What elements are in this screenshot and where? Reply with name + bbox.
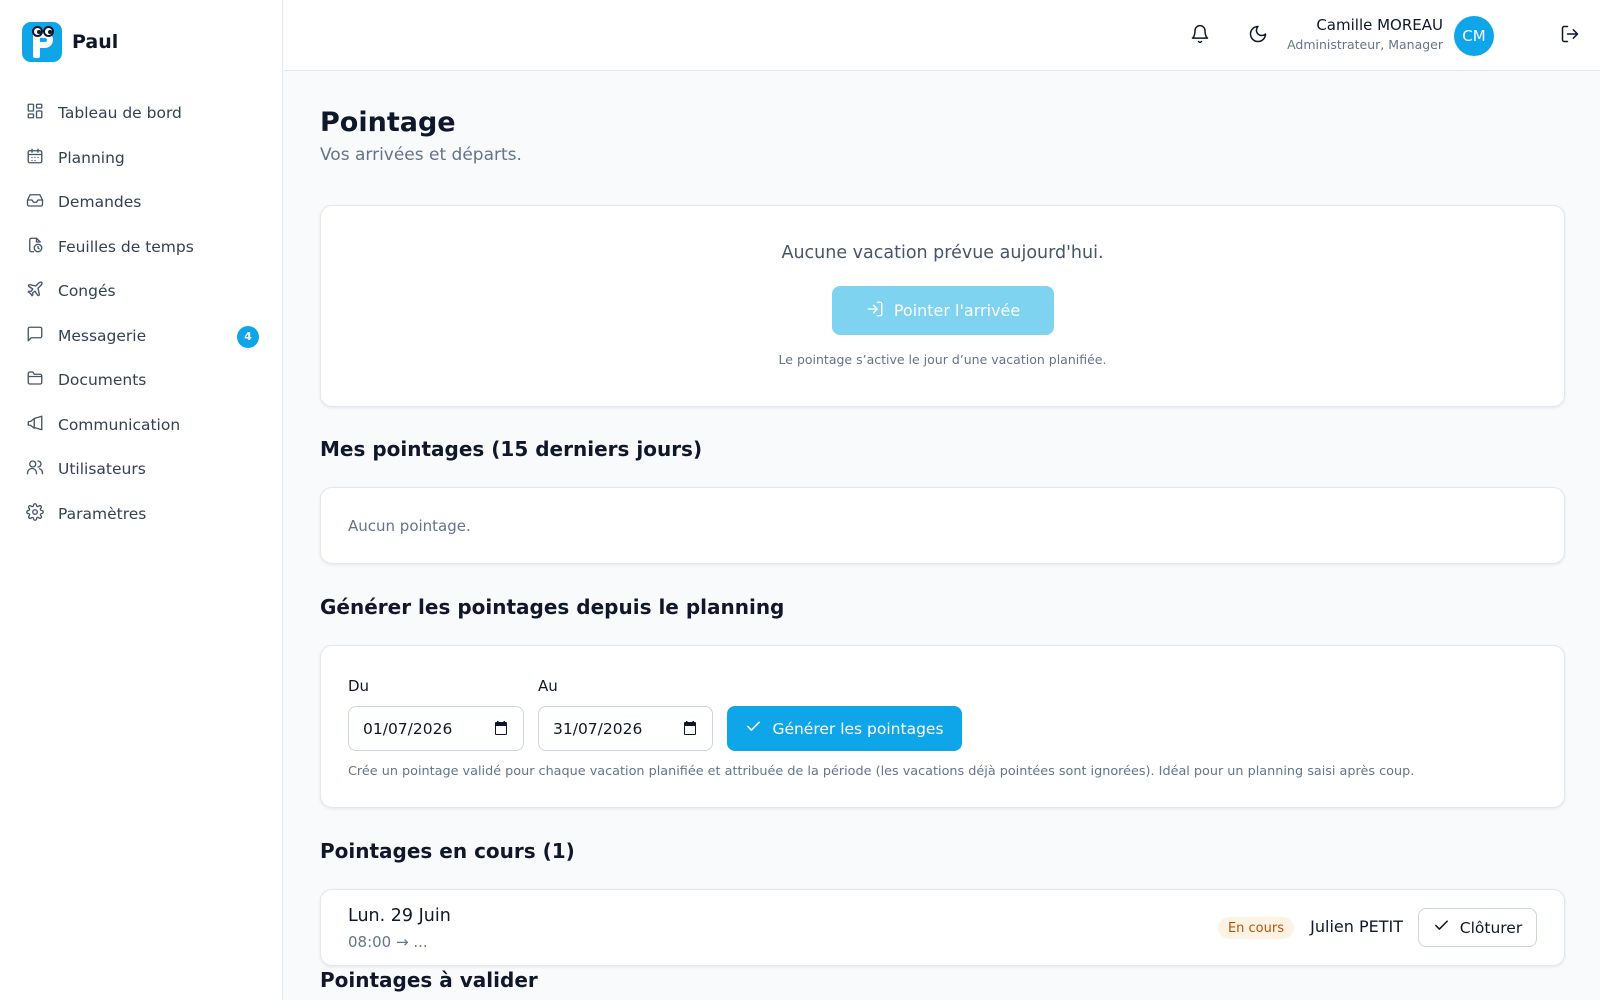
current-date: Lun. 29 Juin <box>348 906 451 926</box>
user-role: Administrateur, Manager <box>1287 37 1443 52</box>
sidebar-item-label: Tableau de bord <box>58 104 182 123</box>
message-icon <box>26 325 44 347</box>
sidebar-item-documents[interactable]: Documents <box>16 358 266 403</box>
mine-title: Mes pointages (15 derniers jours) <box>320 437 703 461</box>
page-subtitle: Vos arrivées et départs. <box>320 145 522 165</box>
timesheet-icon <box>26 236 44 258</box>
calendar-icon[interactable] <box>493 720 509 736</box>
status-badge: En cours <box>1217 917 1294 939</box>
generate-card: Du 01/07/2026 Au 31/07/2026 Générer les … <box>320 645 1565 808</box>
folder-icon <box>26 369 44 391</box>
sidebar-item-feuilles-de-temps[interactable]: Feuilles de temps <box>16 225 266 270</box>
sidebar-item-label: Planning <box>58 148 125 167</box>
from-date-input[interactable]: 01/07/2026 <box>348 706 524 751</box>
calendar-icon <box>26 147 44 169</box>
app-name: Paul <box>72 31 119 53</box>
mine-empty-message: Aucun pointage. <box>348 517 471 535</box>
dashboard-icon <box>26 102 44 124</box>
sidebar-item-label: Feuilles de temps <box>58 237 194 256</box>
sidebar-item-planning[interactable]: Planning <box>16 136 266 181</box>
from-date-value: 01/07/2026 <box>363 719 453 738</box>
sidebar-item-dashboard[interactable]: Tableau de bord <box>16 91 266 136</box>
sidebar-item-label: Utilisateurs <box>58 460 146 479</box>
to-date-input[interactable]: 31/07/2026 <box>538 706 713 751</box>
user-info: Camille MOREAU Administrateur, Manager <box>1287 16 1443 52</box>
sidebar-item-demandes[interactable]: Demandes <box>16 180 266 225</box>
generate-hint: Crée un pointage validé pour chaque vaca… <box>348 764 1415 779</box>
login-arrow-icon <box>866 300 894 322</box>
unread-count-badge: 4 <box>237 325 259 348</box>
gear-icon <box>26 502 44 525</box>
close-shift-label: Clôturer <box>1459 918 1523 937</box>
today-card: Aucune vacation prévue aujourd'hui. Poin… <box>320 205 1565 407</box>
check-icon <box>745 718 772 739</box>
sidebar-item-label: Demandes <box>58 193 142 212</box>
today-hint: Le pointage s’active le jour d’une vacat… <box>778 352 1107 367</box>
sidebar-item-utilisateurs[interactable]: Utilisateurs <box>16 447 266 492</box>
to-label: Au <box>538 677 558 695</box>
clock-in-label: Pointer l'arrivée <box>893 301 1021 320</box>
sidebar-item-conges[interactable]: Congés <box>16 269 266 314</box>
current-title: Pointages en cours (1) <box>320 839 575 863</box>
bell-icon[interactable] <box>1190 24 1212 46</box>
employee-name: Julien PETIT <box>1310 917 1403 936</box>
today-message: Aucune vacation prévue aujourd'hui. <box>781 243 1104 263</box>
from-label: Du <box>348 677 370 695</box>
current-row: Lun. 29 Juin 08:00 → ... En cours Julien… <box>320 889 1565 966</box>
check-icon <box>1433 917 1460 938</box>
avatar[interactable]: CM <box>1454 16 1494 56</box>
logout-icon[interactable] <box>1560 24 1582 46</box>
brand[interactable]: Paul <box>22 22 118 62</box>
generate-button[interactable]: Générer les pointages <box>727 706 962 751</box>
sidebar-item-label: Communication <box>58 415 181 434</box>
sidebar-item-communication[interactable]: Communication <box>16 403 266 448</box>
sidebar-item-label: Congés <box>58 282 116 301</box>
sidebar-nav: Tableau de bord Planning Demandes Feuill… <box>16 91 266 536</box>
pending-title: Pointages à valider <box>320 968 538 992</box>
users-icon <box>26 458 44 480</box>
plane-icon <box>26 280 44 302</box>
app-logo <box>22 22 62 62</box>
sidebar-item-label: Documents <box>58 371 147 390</box>
moon-icon[interactable] <box>1248 24 1270 46</box>
close-shift-button[interactable]: Clôturer <box>1418 908 1537 947</box>
page-title: Pointage <box>320 107 456 138</box>
generate-button-label: Générer les pointages <box>772 719 944 738</box>
current-time: 08:00 → ... <box>348 933 428 951</box>
calendar-icon[interactable] <box>682 720 698 736</box>
sidebar-item-label: Paramètres <box>58 504 147 523</box>
clock-in-button[interactable]: Pointer l'arrivée <box>832 286 1054 335</box>
sidebar-item-label: Messagerie <box>58 326 147 345</box>
sidebar: Paul Tableau de bord Planning Demandes F… <box>0 0 283 1000</box>
sidebar-item-messagerie[interactable]: Messagerie 4 <box>16 314 266 359</box>
inbox-icon <box>26 191 44 213</box>
to-date-value: 31/07/2026 <box>553 719 643 738</box>
sidebar-item-parametres[interactable]: Paramètres <box>16 492 266 537</box>
generate-title: Générer les pointages depuis le planning <box>320 595 785 619</box>
top-header: Camille MOREAU Administrateur, Manager C… <box>284 0 1600 71</box>
user-name: Camille MOREAU <box>1316 16 1443 34</box>
megaphone-icon <box>26 414 44 436</box>
mine-card: Aucun pointage. <box>320 487 1565 564</box>
